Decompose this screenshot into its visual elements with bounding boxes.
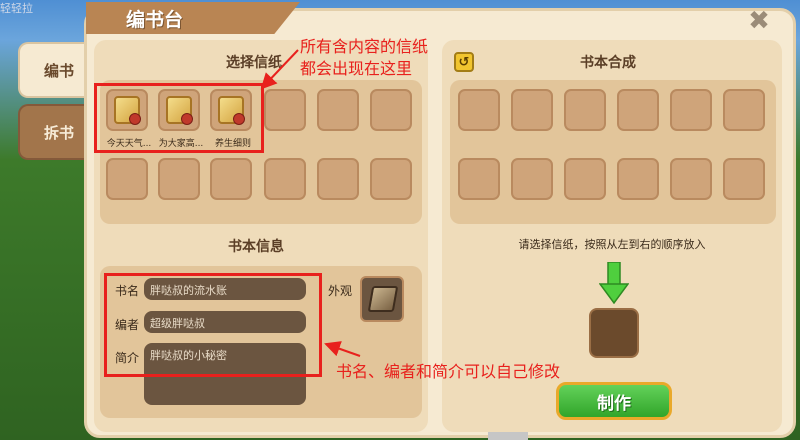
cover-selector[interactable] [360,276,404,322]
annotation-fields-box [104,273,322,377]
book-icon [367,286,399,312]
synthesis-slot[interactable] [670,89,712,131]
empty-slot[interactable] [210,158,252,200]
empty-slot[interactable] [264,158,306,200]
empty-slot[interactable] [264,89,306,131]
result-slot[interactable] [589,308,639,358]
empty-slot[interactable] [158,158,200,200]
synthesis-slot[interactable] [564,158,606,200]
make-button[interactable]: 制作 [556,382,672,420]
synthesis-slot[interactable] [511,89,553,131]
book-synthesis-title: 书本合成 [580,55,636,71]
select-letter-title: 选择信纸 [226,55,282,71]
cover-label: 外观 [328,284,353,298]
annotation-bottom: 书名、编者和简介可以自己修改 [336,362,561,381]
close-icon[interactable]: ✖ [744,6,774,36]
empty-slot[interactable] [370,89,412,131]
synthesis-slot[interactable] [511,158,553,200]
placement-hint: 请选择信纸，按照从左到右的顺序放入 [518,238,706,251]
window-title: 编书台 [86,2,300,34]
synthesis-slot[interactable] [564,89,606,131]
annotation-top-line1: 所有含内容的信纸 [300,37,429,56]
book-info-title: 书本信息 [228,239,284,255]
bottom-strip [488,432,528,440]
empty-slot[interactable] [317,158,359,200]
synthesis-slot[interactable] [723,89,765,131]
synthesis-slot[interactable] [617,89,659,131]
empty-slot[interactable] [317,89,359,131]
down-arrow-icon [599,262,629,304]
synthesis-slot[interactable] [458,158,500,200]
synthesis-slot[interactable] [723,158,765,200]
refresh-icon[interactable]: ↺ [454,52,474,72]
synthesis-slot[interactable] [617,158,659,200]
corner-label: 轻轻拉 [0,2,33,15]
annotation-letters-box [94,83,264,153]
empty-slot[interactable] [106,158,148,200]
annotation-top-line2: 都会出现在这里 [300,59,413,78]
synthesis-slot[interactable] [670,158,712,200]
empty-slot[interactable] [370,158,412,200]
synthesis-slot[interactable] [458,89,500,131]
